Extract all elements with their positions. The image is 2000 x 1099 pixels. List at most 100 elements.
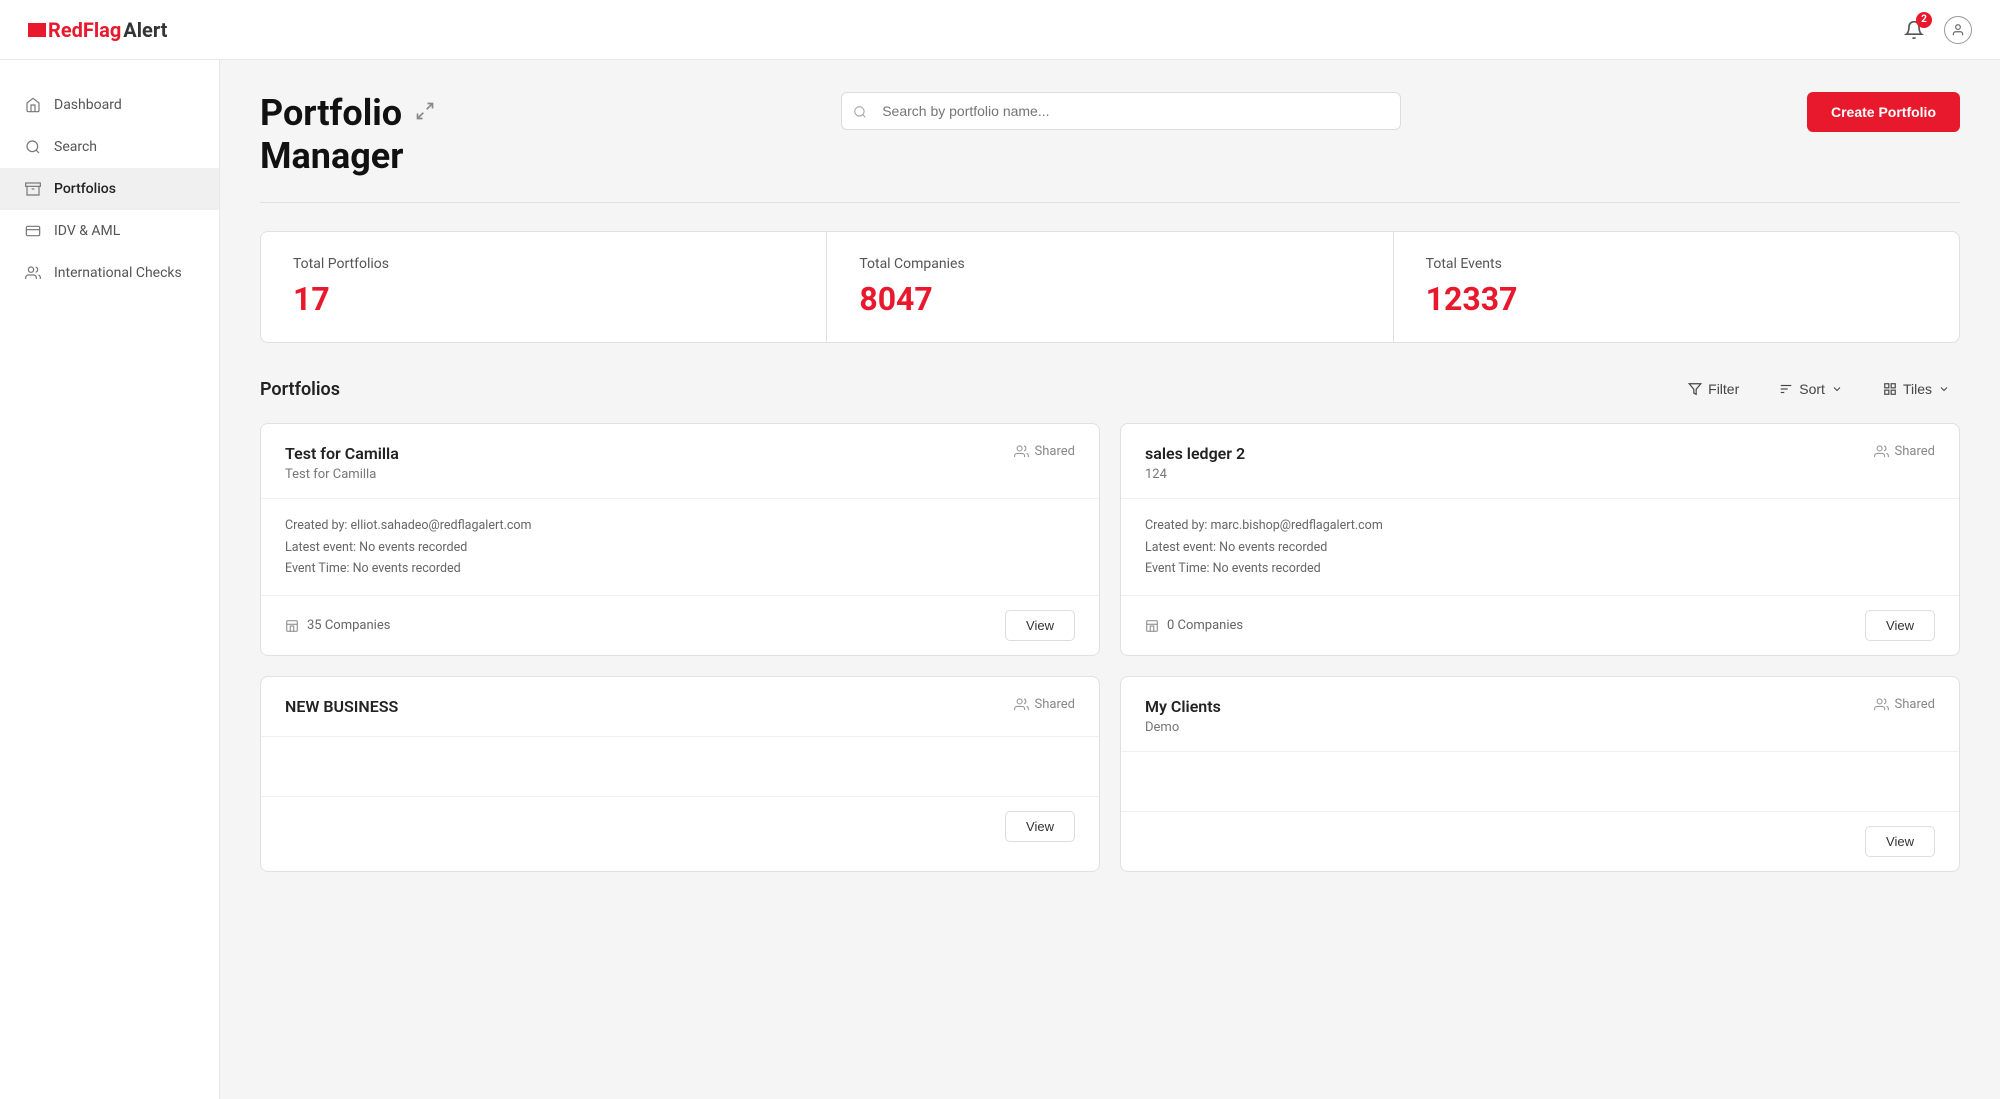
card-subtitle: 124 [1145, 467, 1245, 482]
companies-count: 35 Companies [285, 618, 390, 633]
stat-value-portfolios: 17 [293, 280, 794, 318]
sort-label: Sort [1799, 381, 1825, 397]
latest-event: Latest event: No events recorded [1145, 537, 1935, 558]
stat-value-events: 12337 [1426, 280, 1927, 318]
portfolio-card: sales ledger 2 124 Shared Cre [1120, 423, 1960, 656]
search-icon-inner [853, 102, 867, 121]
stat-total-portfolios: Total Portfolios 17 [261, 232, 827, 342]
card-footer: 0 Companies View [1121, 596, 1959, 655]
event-time: Event Time: No events recorded [285, 558, 1075, 579]
portfolio-card: NEW BUSINESS Shared [260, 676, 1100, 872]
view-button[interactable]: View [1865, 826, 1935, 857]
section-controls: Filter Sort [1678, 375, 1960, 403]
sidebar: Dashboard Search Portfolios [0, 60, 220, 1099]
home-icon [24, 96, 42, 114]
sidebar-item-idv-aml[interactable]: IDV & AML [0, 210, 219, 252]
header-divider [260, 202, 1960, 203]
search-icon [24, 138, 42, 156]
filter-icon [1688, 382, 1702, 396]
card-footer: 35 Companies View [261, 596, 1099, 655]
created-by: Created by: marc.bishop@redflagalert.com [1145, 515, 1935, 536]
card-info: My Clients Demo [1145, 697, 1221, 735]
card-top: NEW BUSINESS Shared [261, 677, 1099, 737]
sidebar-item-dashboard[interactable]: Dashboard [0, 84, 219, 126]
tiles-chevron-icon [1938, 383, 1950, 395]
shared-icon [1014, 444, 1029, 459]
created-by: Created by: elliot.sahadeo@redflagalert.… [285, 515, 1075, 536]
shared-text: Shared [1895, 444, 1935, 459]
page-title: Portfolio Manager [260, 92, 403, 178]
sort-icon [1779, 382, 1793, 396]
card-name: Test for Camilla [285, 444, 399, 463]
companies-count-text: 35 Companies [307, 618, 390, 633]
tiles-label: Tiles [1903, 381, 1932, 397]
building-icon [285, 619, 299, 633]
portfolio-grid: Test for Camilla Test for Camilla Shared [260, 423, 1960, 872]
companies-count-text: 0 Companies [1167, 618, 1243, 633]
tiles-button[interactable]: Tiles [1873, 375, 1960, 403]
app-header: RedFlagAlert 2 [0, 0, 2000, 60]
shared-icon [1874, 444, 1889, 459]
tiles-icon [1883, 382, 1897, 396]
shared-badge: Shared [1014, 697, 1075, 712]
user-avatar[interactable] [1944, 16, 1972, 44]
card-info: sales ledger 2 124 [1145, 444, 1245, 482]
sidebar-label-dashboard: Dashboard [54, 97, 122, 113]
sort-button[interactable]: Sort [1769, 375, 1853, 403]
card-meta: Created by: elliot.sahadeo@redflagalert.… [261, 499, 1099, 596]
main-content: Portfolio Manager [220, 60, 2000, 1099]
sidebar-item-search[interactable]: Search [0, 126, 219, 168]
companies-count: 0 Companies [1145, 618, 1243, 633]
logo-text-black: Alert [123, 18, 167, 42]
search-input[interactable] [841, 92, 1401, 130]
users-icon [24, 264, 42, 282]
view-button[interactable]: View [1865, 610, 1935, 641]
expand-icon[interactable] [415, 100, 435, 121]
card-top: Test for Camilla Test for Camilla Shared [261, 424, 1099, 499]
filter-button[interactable]: Filter [1678, 375, 1749, 403]
logo: RedFlagAlert [28, 18, 167, 42]
card-info: Test for Camilla Test for Camilla [285, 444, 399, 482]
sidebar-label-search: Search [54, 139, 97, 155]
header-icons: 2 [1900, 16, 1972, 44]
logo-text-red: RedFlag [48, 18, 121, 42]
page-header: Portfolio Manager [260, 92, 1960, 178]
card-subtitle: Demo [1145, 720, 1221, 735]
shared-text: Shared [1035, 697, 1075, 712]
view-button[interactable]: View [1005, 811, 1075, 842]
view-button[interactable]: View [1005, 610, 1075, 641]
stat-label-companies: Total Companies [859, 256, 1360, 272]
card-name: My Clients [1145, 697, 1221, 716]
stat-label-events: Total Events [1426, 256, 1927, 272]
card-info: NEW BUSINESS [285, 697, 398, 720]
card-name: sales ledger 2 [1145, 444, 1245, 463]
shared-text: Shared [1035, 444, 1075, 459]
main-layout: Dashboard Search Portfolios [0, 60, 2000, 1099]
notifications-bell[interactable]: 2 [1900, 16, 1928, 44]
portfolios-section-header: Portfolios Filter Sort [260, 375, 1960, 403]
sidebar-item-portfolios[interactable]: Portfolios [0, 168, 219, 210]
sort-chevron-icon [1831, 383, 1843, 395]
shared-icon [1874, 697, 1889, 712]
user-icon [1951, 23, 1965, 37]
notification-badge: 2 [1916, 12, 1932, 28]
sidebar-label-portfolios: Portfolios [54, 181, 116, 197]
stat-total-events: Total Events 12337 [1394, 232, 1959, 342]
card-subtitle: Test for Camilla [285, 467, 399, 482]
page-title-section: Portfolio Manager [260, 92, 435, 178]
id-card-icon [24, 222, 42, 240]
shared-badge: Shared [1874, 444, 1935, 459]
building-icon [1145, 619, 1159, 633]
filter-label: Filter [1708, 381, 1739, 397]
portfolios-section-title: Portfolios [260, 379, 340, 400]
sidebar-item-international-checks[interactable]: International Checks [0, 252, 219, 294]
card-meta [261, 737, 1099, 797]
inbox-icon [24, 180, 42, 198]
stat-total-companies: Total Companies 8047 [827, 232, 1393, 342]
create-portfolio-button[interactable]: Create Portfolio [1807, 92, 1960, 132]
card-meta [1121, 752, 1959, 812]
shared-icon [1014, 697, 1029, 712]
page-title-text: Portfolio Manager [260, 92, 403, 178]
stats-row: Total Portfolios 17 Total Companies 8047… [260, 231, 1960, 343]
stat-label-portfolios: Total Portfolios [293, 256, 794, 272]
